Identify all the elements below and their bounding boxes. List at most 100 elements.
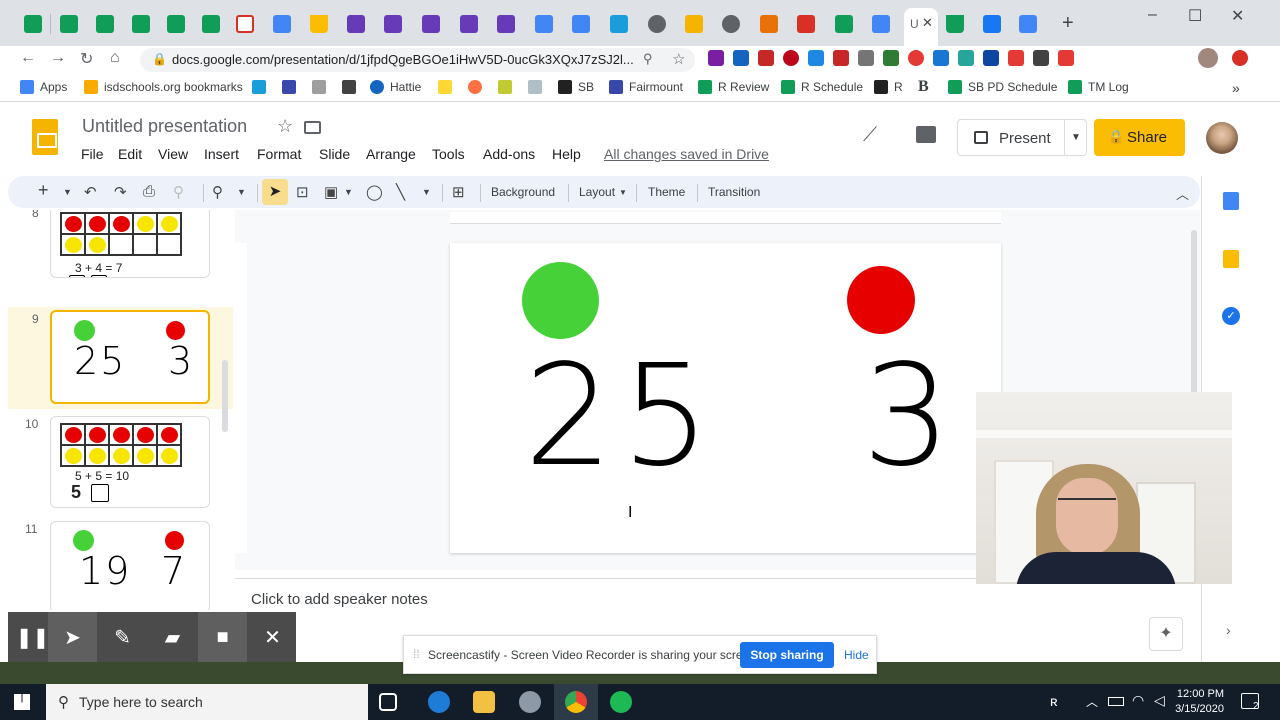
volume-icon[interactable]: ◁: [1154, 692, 1165, 709]
slide-thumbnail-10[interactable]: 5 + 5 = 10 5: [50, 416, 210, 508]
slide-thumbnail-9[interactable]: 25 3: [50, 310, 210, 404]
bookmark-icon-only[interactable]: [342, 80, 362, 94]
windows-start-icon[interactable]: [14, 694, 30, 710]
minimize-icon[interactable]: –: [1148, 6, 1157, 24]
menu-arrange[interactable]: Arrange: [366, 146, 416, 162]
profile-avatar-icon[interactable]: [1198, 48, 1218, 68]
bookmark-r-review[interactable]: R Review: [698, 80, 769, 94]
zoom-icon[interactable]: ⚲: [212, 183, 223, 201]
sheets-tab-icon[interactable]: [24, 15, 42, 33]
forward-icon[interactable]: →: [50, 49, 66, 67]
omnibox[interactable]: 🔒 docs.google.com/presentation/d/1jfpdQg…: [140, 48, 695, 72]
menu-help[interactable]: Help: [552, 146, 581, 162]
back-icon[interactable]: ←: [20, 49, 36, 67]
reload-icon[interactable]: ↻: [80, 49, 93, 69]
wifi-icon[interactable]: ◠: [1132, 692, 1144, 709]
extension-icon[interactable]: [908, 50, 924, 66]
extension-icon[interactable]: [883, 50, 899, 66]
print-icon[interactable]: ⎙: [143, 183, 155, 200]
sheets-tab-icon[interactable]: [132, 15, 150, 33]
tray-arrow-icon[interactable]: ︿: [1086, 693, 1098, 710]
screencastify-icon[interactable]: [1008, 50, 1024, 66]
sheets-tab-icon[interactable]: [60, 15, 78, 33]
active-tab[interactable]: U ✕: [904, 8, 938, 46]
slide-right-number[interactable]: 3: [862, 347, 955, 487]
docs-tab-icon[interactable]: [872, 15, 890, 33]
comments-icon[interactable]: [916, 126, 936, 143]
forms-tab-icon[interactable]: [347, 15, 365, 33]
drag-handle-icon[interactable]: ⁞⁞: [413, 647, 420, 661]
extension-icon[interactable]: [708, 50, 724, 66]
sheets-tab-icon[interactable]: [202, 15, 220, 33]
extension-icon[interactable]: [833, 50, 849, 66]
bookmark-r-schedule[interactable]: R Schedule: [781, 80, 863, 94]
menu-file[interactable]: File: [81, 146, 104, 162]
current-slide[interactable]: 25 3: [450, 243, 1001, 553]
close-tab-icon[interactable]: ✕: [922, 15, 933, 31]
slide-thumbnail-8[interactable]: 3 + 4 = 7: [50, 210, 210, 278]
present-dropdown-icon[interactable]: ▼: [1064, 120, 1087, 155]
text-box-icon[interactable]: ⊡: [296, 183, 309, 201]
spotify-icon[interactable]: [610, 691, 632, 713]
tasks-icon[interactable]: ✓: [1222, 307, 1240, 325]
calendar-icon[interactable]: [1223, 192, 1239, 210]
docs-tab-icon[interactable]: [572, 15, 590, 33]
gmail-tab-icon[interactable]: [236, 15, 254, 33]
taskbar-clock[interactable]: 12:00 PM 3/15/2020: [1175, 687, 1224, 717]
theme-button[interactable]: Theme: [648, 185, 685, 199]
close-toolbar-icon[interactable]: ✕: [248, 612, 297, 662]
menu-addons[interactable]: Add-ons: [483, 146, 535, 162]
chrome-icon[interactable]: [565, 691, 587, 713]
image-dropdown-icon[interactable]: ▼: [344, 187, 353, 197]
bookmark-tm-log[interactable]: TM Log: [1068, 80, 1129, 94]
extension-icon[interactable]: [1058, 50, 1074, 66]
bookmark-folder[interactable]: isdschools.org bookmarks: [84, 80, 243, 94]
update-icon[interactable]: [1232, 50, 1248, 66]
menu-slide[interactable]: Slide: [319, 146, 350, 162]
bookmark-icon-only[interactable]: [438, 80, 458, 94]
extension-icon[interactable]: [958, 50, 974, 66]
bookmark-icon-only[interactable]: [312, 80, 332, 94]
maximize-icon[interactable]: ☐: [1188, 6, 1202, 26]
menu-view[interactable]: View: [158, 146, 188, 162]
redo-icon[interactable]: ↷: [114, 183, 127, 201]
zoom-dropdown-icon[interactable]: ▼: [237, 187, 246, 197]
speaker-notes-placeholder[interactable]: Click to add speaker notes: [251, 591, 428, 608]
sheets-tab-icon[interactable]: [96, 15, 114, 33]
paint-format-icon[interactable]: ⚲: [173, 183, 184, 201]
slide-left-number[interactable]: 25: [524, 347, 718, 487]
add-comment-icon[interactable]: ⊞: [452, 183, 465, 201]
document-title[interactable]: Untitled presentation: [82, 116, 247, 137]
extension-icon[interactable]: [1033, 50, 1049, 66]
paint-icon[interactable]: [519, 691, 541, 713]
camera-toggle-icon[interactable]: ■: [198, 612, 247, 662]
facebook-tab-icon[interactable]: [983, 15, 1001, 33]
sheets-tab-icon[interactable]: [835, 15, 853, 33]
menu-tools[interactable]: Tools: [432, 146, 465, 162]
new-slide-dropdown-icon[interactable]: ▼: [63, 187, 72, 197]
bookmark-fairmount[interactable]: Fairmount: [609, 80, 683, 94]
slide-thumbnail-11[interactable]: 19 7: [50, 521, 210, 610]
calendar-tab-icon[interactable]: [273, 15, 291, 33]
explore-icon[interactable]: ✦: [1149, 617, 1183, 651]
slides-logo-icon[interactable]: [32, 119, 58, 155]
save-status[interactable]: All changes saved in Drive: [604, 146, 769, 162]
task-view-icon[interactable]: [379, 693, 397, 711]
bookmark-sb-pd-schedule[interactable]: SB PD Schedule: [948, 80, 1057, 94]
undo-icon[interactable]: ↶: [84, 183, 97, 201]
bookmark-star-icon[interactable]: ☆: [672, 50, 685, 68]
extension-icon[interactable]: [858, 50, 874, 66]
drive-tab-icon[interactable]: [946, 15, 964, 33]
new-slide-icon[interactable]: +: [38, 180, 49, 201]
extension-icon[interactable]: [758, 50, 774, 66]
pen-tool-icon[interactable]: ✎: [98, 612, 147, 662]
docs-tab-icon[interactable]: [1019, 15, 1037, 33]
zoom-icon[interactable]: ⚲: [643, 51, 653, 67]
bookmark-icon-only[interactable]: [282, 80, 302, 94]
globe-tab-icon[interactable]: [722, 15, 740, 33]
video-tab-icon[interactable]: [797, 15, 815, 33]
keep-icon[interactable]: [1223, 250, 1239, 268]
battery-icon[interactable]: [1108, 697, 1124, 706]
new-tab-icon[interactable]: +: [1062, 12, 1074, 35]
bookmark-apps[interactable]: Apps: [20, 80, 67, 94]
